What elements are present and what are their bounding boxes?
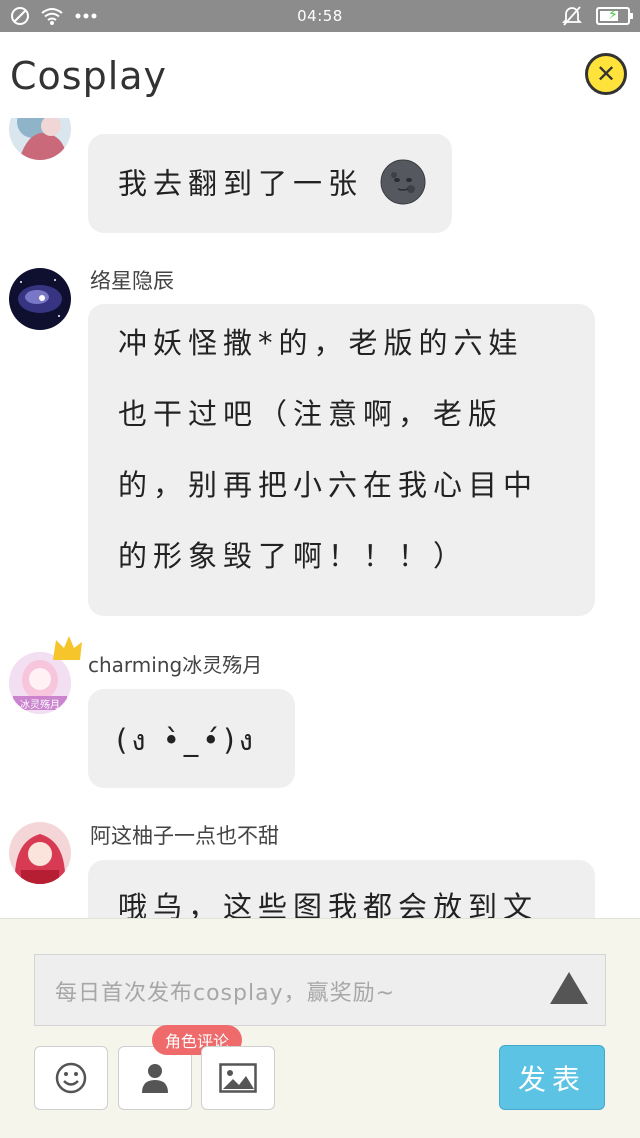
avatar[interactable] — [9, 118, 71, 160]
message-bubble: 冲妖怪撒*的，老版的六娃 也干过吧（注意啊，老版 的，别再把小六在我心目中 的形… — [88, 304, 595, 616]
emoji-button[interactable] — [34, 1046, 108, 1110]
mute-bell-icon — [562, 6, 582, 26]
battery-charging-icon: ⚡ — [596, 7, 633, 25]
comment-input[interactable]: 每日首次发布cosplay，赢奖励~ — [34, 954, 606, 1026]
message-bubble: 哦乌，这些图我都会放到文 — [88, 860, 595, 918]
status-right-icons: ⚡ — [562, 5, 633, 27]
user-name[interactable]: 阿这柚子一点也不甜 — [90, 820, 279, 850]
page-title: Cosplay — [10, 54, 168, 98]
avatar[interactable] — [9, 822, 71, 884]
triangle-send-icon[interactable] — [550, 972, 588, 1004]
message-text: 的，别再把小六在我心目中 — [118, 468, 539, 502]
crown-icon — [53, 636, 82, 660]
message-text: 我去翻到了一张 — [118, 166, 364, 201]
comment-list[interactable]: 我去翻到了一张 络星隐辰 冲妖怪撒*的，老版的六娃 也干过吧（注意啊，老版 的，… — [0, 118, 640, 918]
emoji-icon — [55, 1062, 87, 1094]
message-text: 冲妖怪撒*的，老版的六娃 — [118, 326, 524, 360]
user-name[interactable]: charming冰灵殇月 — [88, 649, 262, 678]
new-moon-face-icon — [380, 159, 426, 212]
close-icon[interactable]: ✕ — [585, 53, 627, 95]
message-text: 哦乌，这些图我都会放到文 — [118, 890, 539, 918]
message-text: 也干过吧（注意啊，老版 — [118, 397, 504, 431]
user-icon — [142, 1064, 168, 1093]
role-comment-button[interactable] — [118, 1046, 192, 1110]
image-icon — [219, 1063, 257, 1093]
composer-panel: 每日首次发布cosplay，赢奖励~ 角色评论 发表 — [0, 918, 640, 1138]
message-text: (ง •̀_•́)ง — [116, 723, 257, 757]
image-button[interactable] — [201, 1046, 275, 1110]
message-text: 的形象毁了啊！！！） — [118, 539, 469, 573]
avatar[interactable] — [9, 268, 71, 330]
status-time: 04:58 — [297, 7, 343, 25]
header: Cosplay ✕ — [0, 32, 640, 118]
user-name[interactable]: 络星隐辰 — [90, 265, 174, 295]
avatar-caption: 冰灵殇月 — [20, 700, 60, 711]
message-bubble: (ง •̀_•́)ง — [88, 689, 295, 788]
comment-input-placeholder: 每日首次发布cosplay，赢奖励~ — [55, 981, 396, 1006]
status-bar: 04:58 ⚡ — [0, 0, 640, 32]
message-bubble: 我去翻到了一张 — [88, 134, 452, 233]
post-button[interactable]: 发表 — [499, 1045, 605, 1110]
